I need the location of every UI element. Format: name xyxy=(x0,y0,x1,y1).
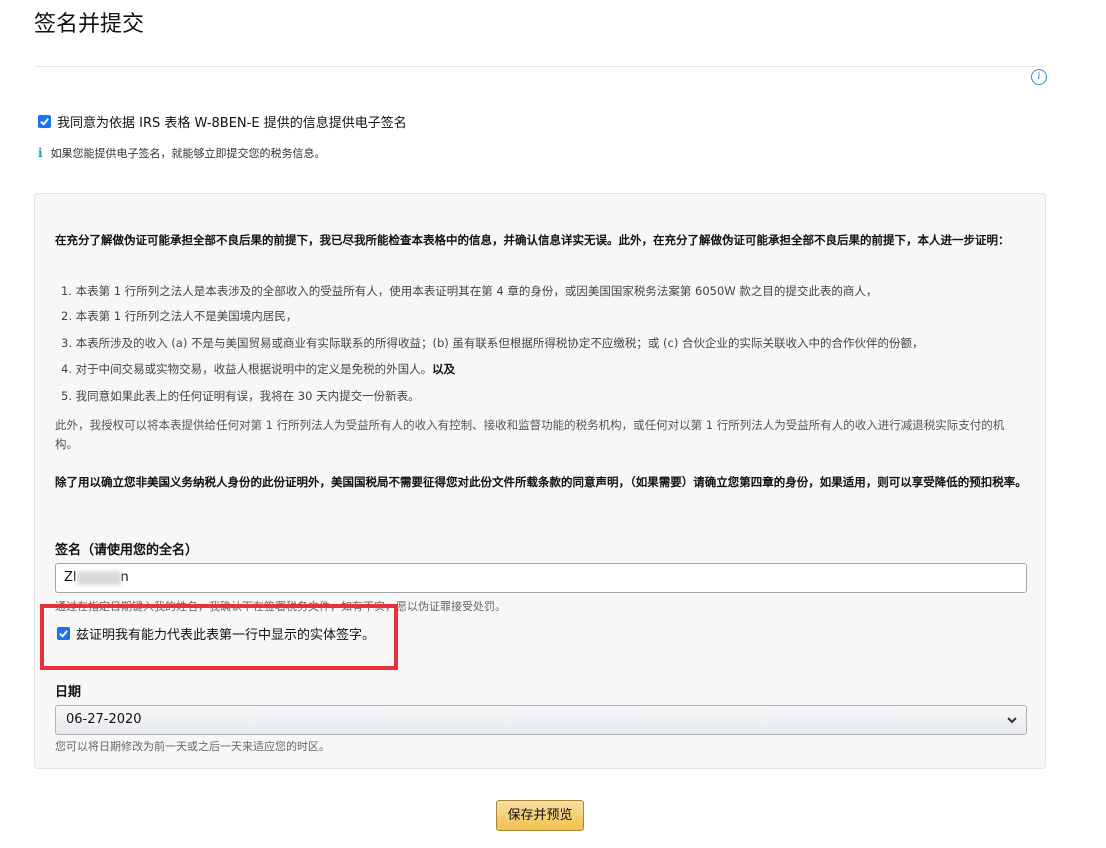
certification-item: 4. 对于中间交易或实物交易，收益人根据说明中的定义是免税的外国人。以及 xyxy=(61,362,456,376)
date-selected-value: 06-27-2020 xyxy=(66,712,142,727)
info-icon: i xyxy=(38,146,43,160)
certification-intro: 在充分了解做伪证可能承担全部不良后果的前提下，我已尽我所能检查本表格中的信息，并… xyxy=(55,233,1010,247)
certification-item: 5. 我同意如果此表上的任何证明有误，我将在 30 天内提交一份新表。 xyxy=(61,389,420,403)
irs-consent-note: 除了用以确立您非美国义务纳税人身份的此份证明外，美国国税局不需要征得您对此份文件… xyxy=(55,475,1027,489)
highlight-annotation xyxy=(40,604,398,670)
signature-value-end: n xyxy=(120,570,129,585)
esign-consent-label: 我同意为依据 IRS 表格 W-8BEN-E 提供的信息提供电子签名 xyxy=(57,116,407,131)
date-note: 您可以将日期修改为前一天或之后一天来适应您的时区。 xyxy=(55,740,330,753)
certification-item: 2. 本表第 1 行所列之法人不是美国境内居民， xyxy=(61,309,298,323)
certification-panel: 在充分了解做伪证可能承担全部不良后果的前提下，我已尽我所能检查本表格中的信息，并… xyxy=(34,193,1046,769)
signature-label: 签名（请使用您的全名） xyxy=(55,543,199,558)
checkmark-icon xyxy=(40,118,49,126)
page-title: 签名并提交 xyxy=(34,12,145,37)
esign-hint: i 如果您能提供电子签名，就能够立即提交您的税务信息。 xyxy=(38,145,326,161)
title-divider xyxy=(34,66,1046,67)
date-select[interactable]: 06-27-2020 xyxy=(55,705,1027,735)
esign-consent-checkbox[interactable] xyxy=(38,115,51,128)
date-label: 日期 xyxy=(55,685,82,700)
certification-item: 1. 本表第 1 行所列之法人是本表涉及的全部收入的受益所有人，使用本表证明其在… xyxy=(61,284,878,298)
esign-consent-row[interactable]: 我同意为依据 IRS 表格 W-8BEN-E 提供的信息提供电子签名 xyxy=(38,112,407,131)
certification-authorization: 此外，我授权可以将本表提供给任何对第 1 行所列法人为受益所有人的收入有控制、接… xyxy=(55,418,1005,451)
esign-hint-text: 如果您能提供电子签名，就能够立即提交您的税务信息。 xyxy=(50,147,326,160)
signature-value-start: Zl xyxy=(64,570,77,585)
signature-input[interactable]: Zl n xyxy=(55,563,1027,593)
redacted-name xyxy=(76,570,121,585)
info-circle-icon[interactable]: i xyxy=(1031,69,1047,85)
chevron-down-icon xyxy=(1007,717,1017,724)
save-preview-button[interactable]: 保存并预览 xyxy=(496,800,584,831)
certification-item: 3. 本表所涉及的收入 (a) 不是与美国贸易或商业有实际联系的所得收益；(b)… xyxy=(61,336,924,350)
